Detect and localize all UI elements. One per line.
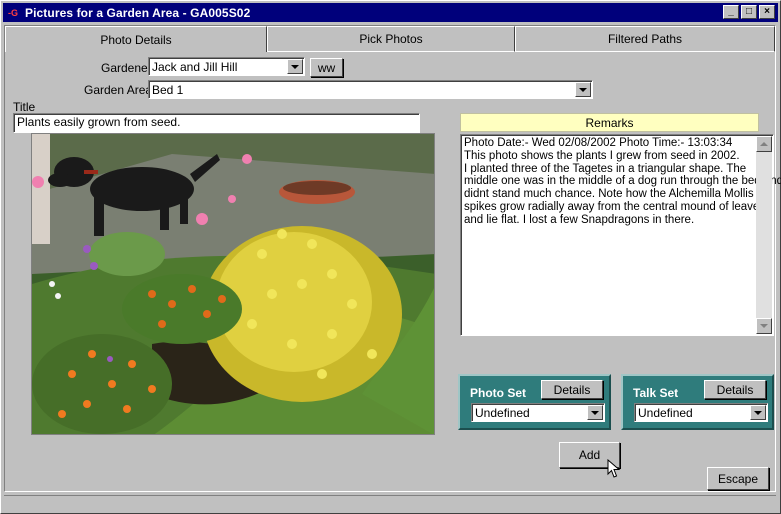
remarks-line: spikes grow radially away from the centr… [464,200,766,213]
garden-area-label: Garden Area [84,83,153,97]
chevron-down-icon[interactable] [575,82,591,97]
photo-set-title: Photo Set [470,386,526,400]
photo-set-panel: Photo Set Details Undefined [458,374,611,430]
app-icon: -G [8,7,18,18]
gardener-value: Jack and Jill Hill [152,59,238,74]
remarks-line: didnt stand much chance. Note how the Al… [464,188,754,201]
remarks-textarea[interactable]: Photo Date:- Wed 02/08/2002 Photo Time:-… [460,134,781,336]
scroll-down-icon[interactable] [756,318,772,334]
remarks-line: and lie flat. I lost a few Snapdragons i… [464,213,695,226]
chevron-down-icon[interactable] [287,59,303,74]
remarks-line: This photo shows the plants I grew from … [464,149,740,162]
main-window: -G Pictures for a Garden Area - GA005S02… [0,0,781,514]
chevron-down-icon[interactable] [587,405,603,420]
remarks-line: middle one was in the middle of a dog ru… [464,175,781,188]
talk-set-details-button[interactable]: Details [704,380,766,399]
remarks-scrollbar[interactable] [756,136,772,334]
ww-button[interactable]: ww [310,58,343,77]
photo-set-details-button[interactable]: Details [541,380,603,399]
remarks-line: I planted three of the Tagetes in a tria… [464,162,747,175]
title-input[interactable]: Plants easily grown from seed. [13,113,420,133]
gardener-label: Gardener [101,61,152,75]
escape-button[interactable]: Escape [707,467,769,490]
client-area: Photo Details Pick Photos Filtered Paths… [4,25,781,492]
close-button[interactable]: × [759,5,775,19]
title-bar[interactable]: -G Pictures for a Garden Area - GA005S02… [3,3,778,22]
photo-set-value: Undefined [475,405,530,420]
garden-photo [31,133,435,435]
minimize-button[interactable]: _ [723,5,739,19]
window-title: Pictures for a Garden Area - GA005S02 [25,5,251,20]
tab-filtered-paths[interactable]: Filtered Paths [515,26,775,52]
tab-pick-photos[interactable]: Pick Photos [267,26,515,52]
garden-area-value: Bed 1 [152,82,184,97]
garden-photo-image [32,134,434,434]
chevron-down-icon[interactable] [750,405,766,420]
remarks-line: Photo Date:- Wed 02/08/2002 Photo Time:-… [464,137,733,149]
maximize-button[interactable]: □ [741,5,757,19]
mouse-cursor-icon [607,459,621,478]
remarks-header: Remarks [460,113,759,132]
gardener-select[interactable]: Jack and Jill Hill [148,57,305,76]
talk-set-panel: Talk Set Details Undefined [621,374,774,430]
tab-strip: Photo Details Pick Photos Filtered Paths [5,26,775,52]
talk-set-value: Undefined [638,405,693,420]
tab-photo-details[interactable]: Photo Details [5,26,267,52]
title-label: Title [13,100,36,114]
scroll-up-icon[interactable] [756,136,772,152]
talk-set-title: Talk Set [633,386,679,400]
talk-set-select[interactable]: Undefined [634,403,768,422]
status-bar [4,495,776,511]
photo-set-select[interactable]: Undefined [471,403,605,422]
garden-area-select[interactable]: Bed 1 [148,80,593,99]
